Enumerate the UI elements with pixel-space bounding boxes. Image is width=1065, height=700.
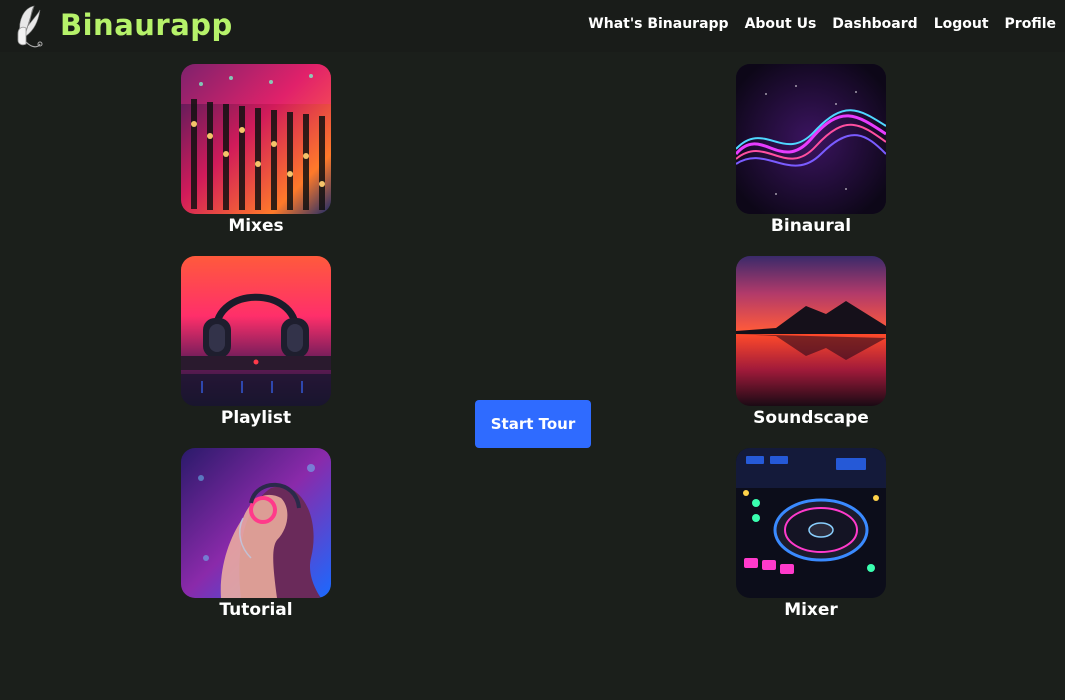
tile-mixer[interactable]: Mixer [736, 448, 886, 620]
tile-label[interactable]: Mixer [736, 600, 886, 620]
tile-label[interactable]: Tutorial [181, 600, 331, 620]
tile-tutorial[interactable]: Tutorial [181, 448, 331, 620]
nav-link-whats-binaurapp[interactable]: What's Binaurapp [588, 16, 728, 32]
start-tour-button[interactable]: Start Tour [475, 400, 591, 448]
nav-link-logout[interactable]: Logout [934, 16, 989, 32]
neon-soundwave-image[interactable] [736, 64, 886, 214]
mixing-console-image[interactable] [181, 64, 331, 214]
brand-title[interactable]: Binaurapp [60, 8, 233, 42]
tile-label[interactable]: Mixes [181, 216, 331, 236]
tile-binaural[interactable]: Binaural [736, 64, 886, 236]
headphones-sunset-image[interactable] [181, 256, 331, 406]
tile-label[interactable]: Soundscape [736, 408, 886, 428]
woman-headphones-neon-image[interactable] [181, 448, 331, 598]
tile-playlist[interactable]: Playlist [181, 256, 331, 428]
tile-label[interactable]: Binaural [736, 216, 886, 236]
mountain-lake-sunset-image[interactable] [736, 256, 886, 406]
nav-link-dashboard[interactable]: Dashboard [832, 16, 917, 32]
tile-label[interactable]: Playlist [181, 408, 331, 428]
navbar: Binaurapp What's Binaurapp About Us Dash… [0, 0, 1065, 52]
nav-links: What's Binaurapp About Us Dashboard Logo… [588, 16, 1056, 32]
headphones-feather-icon[interactable] [14, 4, 44, 50]
tile-soundscape[interactable]: Soundscape [736, 256, 886, 428]
dj-controller-image[interactable] [736, 448, 886, 598]
nav-link-profile[interactable]: Profile [1005, 16, 1056, 32]
tile-mixes[interactable]: Mixes [181, 64, 331, 236]
nav-link-about-us[interactable]: About Us [745, 16, 817, 32]
